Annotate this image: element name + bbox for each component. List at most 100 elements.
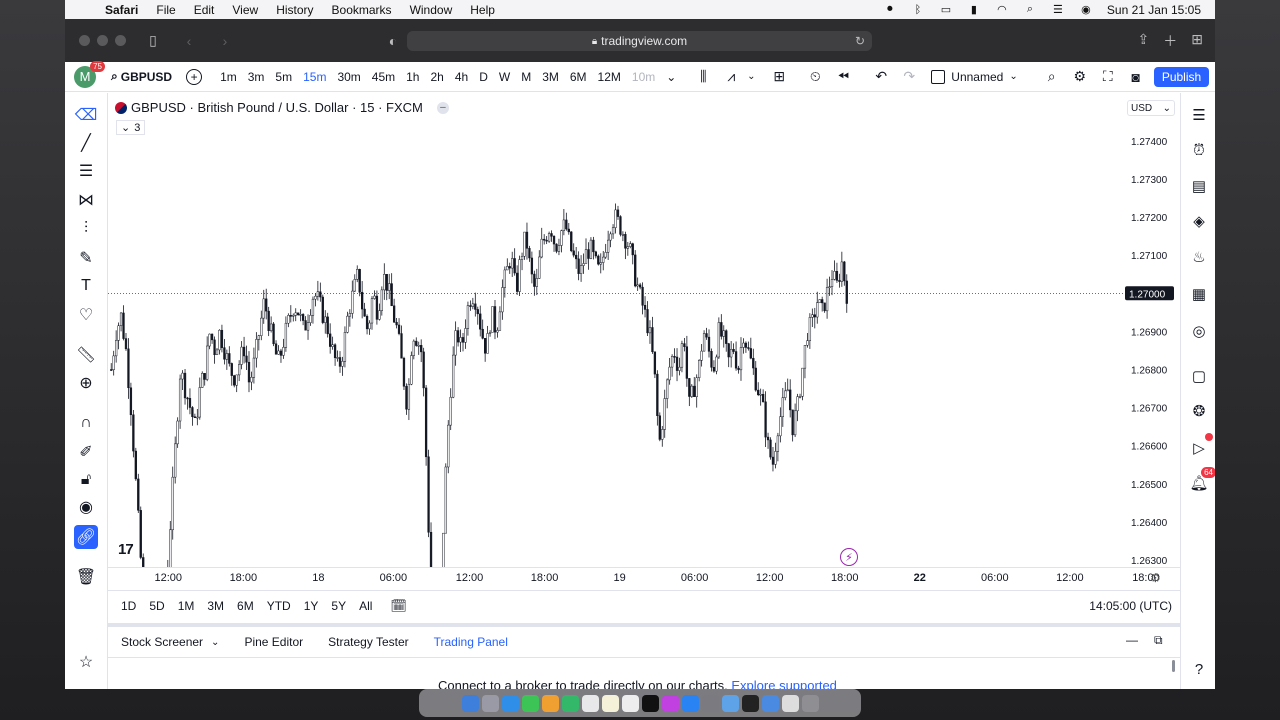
prediction-tool-icon[interactable]: ⫶	[74, 217, 98, 241]
timeframe-w[interactable]: W	[495, 70, 514, 84]
range-1y[interactable]: 1Y	[304, 599, 319, 613]
range-5y[interactable]: 5Y	[331, 599, 346, 613]
brush-icon[interactable]: ✎	[74, 246, 98, 270]
display-icon[interactable]: ▭	[939, 4, 953, 16]
system-settings-icon[interactable]	[701, 694, 719, 712]
price-scale[interactable]: 1.27400 1.27300 1.27200 1.27100 1.27000 1.269…	[1123, 93, 1180, 567]
menu-history[interactable]: History	[276, 3, 313, 17]
menu-edit[interactable]: Edit	[194, 3, 215, 17]
favorites-star-icon[interactable]: ☆	[74, 650, 98, 674]
snapshot-camera-icon[interactable]: ◙	[1128, 69, 1144, 85]
maximize-panel-icon[interactable]: ⧉	[1154, 633, 1163, 648]
magnet-icon[interactable]: ∩	[74, 411, 98, 435]
fullscreen-icon[interactable]: ⛶	[1100, 68, 1116, 85]
streams-icon[interactable]: ❂	[1187, 399, 1211, 423]
timeframe-30m[interactable]: 30m	[333, 70, 364, 84]
tab-stock-screener[interactable]: Stock Screener ⌄	[121, 635, 219, 649]
currency-select[interactable]: USD ⌄	[1127, 100, 1175, 116]
range-6m[interactable]: 6M	[237, 599, 254, 613]
heart-icon[interactable]: ♡	[74, 303, 98, 327]
symbol-legend[interactable]: GBPUSD · British Pound / U.S. Dollar · 1…	[115, 100, 449, 115]
finder-icon[interactable]	[461, 694, 479, 712]
indicators-chevron-icon[interactable]: ⌄	[743, 71, 759, 82]
timeframe-dropdown-chevron-icon[interactable]: ⌄	[662, 70, 680, 84]
trash-icon[interactable]: 🗑︎	[74, 565, 98, 589]
timeframe-2h[interactable]: 2h	[426, 70, 447, 84]
trash-bin-icon[interactable]	[801, 694, 819, 712]
photo-slideshow-icon[interactable]	[761, 694, 779, 712]
sync-link-icon[interactable]: 🔗︎	[74, 525, 98, 549]
chart-pane[interactable]: GBPUSD · British Pound / U.S. Dollar · 1…	[108, 93, 1180, 567]
chat-icon[interactable]: ▢	[1187, 364, 1211, 388]
time-axis-settings-icon[interactable]: ⚙	[1150, 571, 1161, 585]
app-store-icon[interactable]	[681, 694, 699, 712]
photos-icon[interactable]	[541, 694, 559, 712]
menu-help[interactable]: Help	[470, 3, 495, 17]
play-notifications-icon[interactable]: ▷	[1187, 433, 1213, 460]
menu-bookmarks[interactable]: Bookmarks	[332, 3, 392, 17]
safari-icon[interactable]	[501, 694, 519, 712]
tab-trading-panel[interactable]: Trading Panel	[434, 635, 508, 649]
timeframe-3mo[interactable]: 3M	[538, 70, 563, 84]
fib-retracement-icon[interactable]: ☰	[74, 159, 98, 183]
text-tool-icon[interactable]: T	[74, 274, 98, 298]
timeframe-1h[interactable]: 1h	[402, 70, 423, 84]
timeframe-6mo[interactable]: 6M	[566, 70, 591, 84]
watchlist-icon[interactable]: ☰	[1187, 103, 1211, 127]
timeframe-3m[interactable]: 3m	[244, 70, 269, 84]
podcasts-icon[interactable]	[661, 694, 679, 712]
calendar-icon[interactable]: ▦	[1187, 282, 1211, 306]
timeframe-10m[interactable]: 10m	[628, 70, 659, 84]
time-axis[interactable]: 12:00 18:00 18 06:00 12:00 18:00 19 06:00 12:00 1…	[108, 567, 1180, 589]
redo-icon[interactable]: ↷	[901, 68, 917, 85]
publish-button[interactable]: Publish	[1154, 67, 1209, 87]
tab-strategy-tester[interactable]: Strategy Tester	[328, 635, 408, 649]
siri-icon[interactable]: ◉	[1079, 4, 1093, 16]
forward-chevron-icon[interactable]: ›	[216, 33, 234, 49]
tradingview-logo-icon[interactable]: 17	[118, 541, 134, 558]
range-1d[interactable]: 1D	[121, 599, 136, 613]
notes-icon[interactable]	[601, 694, 619, 712]
undo-icon[interactable]: ↶	[873, 68, 889, 85]
privacy-shield-icon[interactable]: ◐	[384, 33, 402, 49]
ruler-icon[interactable]: 📏︎	[74, 343, 98, 367]
range-5d[interactable]: 5D	[149, 599, 164, 613]
timeframe-12mo[interactable]: 12M	[594, 70, 625, 84]
eraser-cursor-icon[interactable]: ⌫	[74, 103, 98, 127]
timeframe-1m[interactable]: 1m	[216, 70, 241, 84]
indicators-collapse-button[interactable]: ⌄ 3	[116, 120, 146, 135]
facetime-icon[interactable]	[561, 694, 579, 712]
timeframe-15m[interactable]: 15m	[299, 70, 330, 84]
reload-icon[interactable]: ↻	[855, 34, 865, 48]
range-3m[interactable]: 3M	[207, 599, 224, 613]
battery-icon[interactable]: ▮	[967, 4, 981, 16]
candle-style-icon[interactable]: ⫼	[695, 68, 711, 85]
minimize-panel-icon[interactable]: —	[1126, 633, 1138, 647]
back-chevron-icon[interactable]: ‹	[180, 33, 198, 49]
lock-drawings-icon[interactable]: 🔓︎	[74, 468, 98, 492]
timeframe-d[interactable]: D	[475, 70, 492, 84]
trend-line-icon[interactable]: ╱	[74, 131, 98, 155]
tab-pine-editor[interactable]: Pine Editor	[244, 635, 303, 649]
zoom-in-icon[interactable]: ⊕	[74, 371, 98, 395]
zoom-window-button[interactable]	[115, 35, 126, 46]
launchpad-icon[interactable]	[481, 694, 499, 712]
candlestick-chart[interactable]	[108, 93, 1123, 567]
ideas-bulb-icon[interactable]: ◎	[1187, 319, 1211, 343]
calendar-app-icon[interactable]	[581, 694, 599, 712]
stay-drawing-pencil-icon[interactable]: ✐	[74, 440, 98, 464]
downloads-stack-icon[interactable]	[781, 694, 799, 712]
layout-name-button[interactable]: Unnamed ⌄	[931, 69, 1018, 84]
symbol-search-button[interactable]: ⌕ GBPUSD	[111, 69, 172, 84]
data-window-icon[interactable]: ▤	[1187, 174, 1211, 198]
control-center-icon[interactable]: ☰	[1051, 4, 1065, 16]
notifications-bell-icon[interactable]: 🔔︎ 64	[1187, 467, 1215, 495]
minimize-window-button[interactable]	[97, 35, 108, 46]
address-bar[interactable]: 🔒︎ tradingview.com ↻	[407, 31, 872, 51]
sidebar-toggle-icon[interactable]: ▯	[144, 32, 162, 49]
spotlight-search-icon[interactable]: ⌕	[1023, 3, 1037, 15]
panel-scrollbar[interactable]	[1172, 660, 1175, 672]
record-stop-icon[interactable]: ⏺	[883, 3, 897, 15]
layers-icon[interactable]: ◈	[1187, 209, 1211, 233]
menu-app-name[interactable]: Safari	[105, 3, 138, 17]
